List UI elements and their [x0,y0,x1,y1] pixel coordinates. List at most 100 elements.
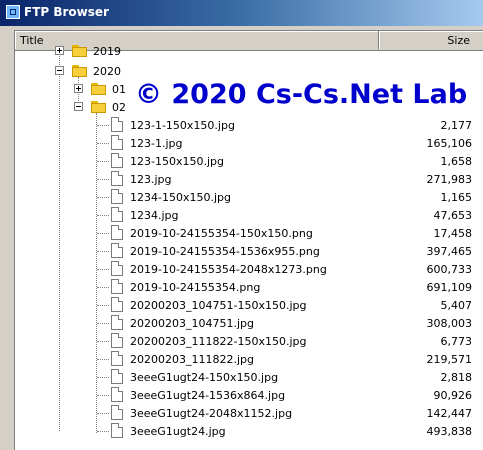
file-size: 5,407 [440,299,473,312]
file-name: 3eeeG1ugt24-1536x864.jpg [130,389,286,402]
file-size: 691,109 [426,281,473,294]
file-size: 1,658 [440,155,473,168]
file-size: 6,773 [440,335,473,348]
file-icon [111,189,123,204]
file-name: 20200203_111822.jpg [130,353,254,366]
file-icon [111,387,123,402]
file-row[interactable]: 1234-150x150.jpg 1,165 [15,188,483,206]
file-icon [111,315,123,330]
file-name: 3eeeG1ugt24-2048x1152.jpg [130,407,293,420]
file-name: 123-150x150.jpg [130,155,224,168]
folder-label: 01 [112,83,126,96]
file-name: 2019-10-24155354-2048x1273.png [130,263,327,276]
file-size: 219,571 [426,353,473,366]
file-row[interactable]: 2019-10-24155354-2048x1273.png 600,733 [15,260,483,278]
folder-icon [72,65,87,77]
file-row[interactable]: 2019-10-24155354.png 691,109 [15,278,483,296]
file-name: 20200203_111822-150x150.jpg [130,335,307,348]
file-name: 1234-150x150.jpg [130,191,231,204]
file-row[interactable]: 20200203_111822.jpg 219,571 [15,350,483,368]
tree-line [97,323,109,324]
tree-line [97,305,109,306]
file-row[interactable]: 20200203_104751.jpg 308,003 [15,314,483,332]
expand-plus-icon[interactable] [55,46,64,55]
file-row[interactable]: 3eeeG1ugt24-2048x1152.jpg 142,447 [15,404,483,422]
file-icon [111,297,123,312]
tree-line [97,143,109,144]
file-size: 47,653 [433,209,473,222]
file-row[interactable]: 2019-10-24155354-1536x955.png 397,465 [15,242,483,260]
file-row[interactable]: 3eeeG1ugt24-150x150.jpg 2,818 [15,368,483,386]
tree-folder-2020[interactable]: 2020 [15,62,483,80]
file-name: 1234.jpg [130,209,179,222]
file-row[interactable]: 123-1-150x150.jpg 2,177 [15,116,483,134]
file-name: 123-1.jpg [130,137,183,150]
tree-line [97,377,109,378]
copyright-watermark: © 2020 Cs-Cs.Net Lab [135,79,468,110]
file-row[interactable]: 20200203_111822-150x150.jpg 6,773 [15,332,483,350]
tree-folder-2019[interactable]: 2019 [15,42,483,60]
file-name: 123-1-150x150.jpg [130,119,235,132]
file-size: 493,838 [426,425,473,438]
file-size: 17,458 [433,227,473,240]
collapse-minus-icon[interactable] [55,66,64,75]
file-size: 600,733 [426,263,473,276]
file-name: 2019-10-24155354-1536x955.png [130,245,320,258]
tree-line [97,287,109,288]
app-icon [6,5,20,19]
file-name: 2019-10-24155354-150x150.png [130,227,313,240]
tree-line [97,125,109,126]
file-row[interactable]: 123.jpg 271,983 [15,170,483,188]
file-size: 90,926 [433,389,473,402]
tree-line [97,197,109,198]
tree-line [97,161,109,162]
file-icon [111,369,123,384]
tree-line [97,359,109,360]
folder-label: 2020 [93,65,121,78]
file-icon [111,243,123,258]
file-name: 123.jpg [130,173,172,186]
folder-icon [91,83,106,95]
file-name: 20200203_104751-150x150.jpg [130,299,307,312]
tree-line [97,413,109,414]
file-size: 2,818 [440,371,473,384]
file-size: 397,465 [426,245,473,258]
tree-line [97,179,109,180]
file-row[interactable]: 123-150x150.jpg 1,658 [15,152,483,170]
file-row[interactable]: 1234.jpg 47,653 [15,206,483,224]
file-size: 165,106 [426,137,473,150]
title-bar[interactable]: FTP Browser [0,0,483,26]
file-icon [111,261,123,276]
file-icon [111,207,123,222]
file-icon [111,225,123,240]
file-icon [111,135,123,150]
file-row[interactable]: 20200203_104751-150x150.jpg 5,407 [15,296,483,314]
file-icon [111,351,123,366]
file-size: 271,983 [426,173,473,186]
tree-line [97,251,109,252]
file-icon [111,153,123,168]
file-icon [111,405,123,420]
folder-icon [72,45,87,57]
file-size: 308,003 [426,317,473,330]
file-icon [111,171,123,186]
tree-line [97,269,109,270]
file-size: 1,165 [440,191,473,204]
file-icon [111,279,123,294]
collapse-minus-icon[interactable] [74,102,83,111]
file-row[interactable]: 3eeeG1ugt24-1536x864.jpg 90,926 [15,386,483,404]
expand-plus-icon[interactable] [74,84,83,93]
file-row[interactable]: 2019-10-24155354-150x150.png 17,458 [15,224,483,242]
file-name: 2019-10-24155354.png [130,281,261,294]
tree-line [97,215,109,216]
file-name: 3eeeG1ugt24-150x150.jpg [130,371,279,384]
file-row[interactable]: 3eeeG1ugt24.jpg 493,838 [15,422,483,440]
folder-label: 2019 [93,45,121,58]
window-title: FTP Browser [24,5,109,19]
tree-line [97,233,109,234]
file-icon [111,117,123,132]
file-icon [111,333,123,348]
folder-label: 02 [112,101,126,114]
file-row[interactable]: 123-1.jpg 165,106 [15,134,483,152]
folder-icon [91,101,106,113]
